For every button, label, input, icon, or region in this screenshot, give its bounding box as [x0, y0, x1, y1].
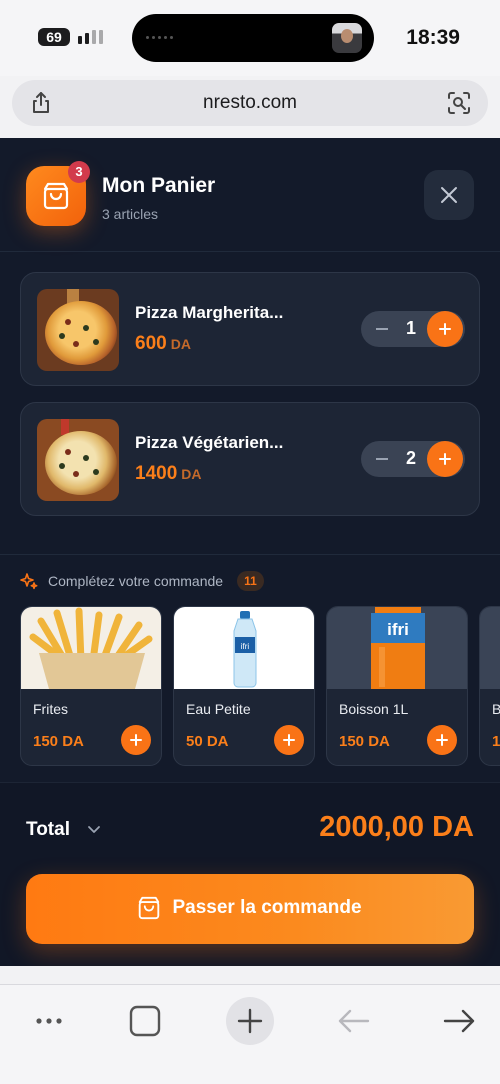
item-name: Pizza Végétarien...: [135, 433, 284, 452]
more-icon[interactable]: [25, 997, 73, 1045]
product-price: 150 DA: [33, 733, 84, 750]
product-image: [480, 607, 500, 689]
quantity-stepper: 1: [361, 311, 465, 347]
tabs-icon[interactable]: [121, 997, 169, 1045]
svg-text:ifri: ifri: [241, 642, 250, 651]
activity-dots-icon: [146, 36, 173, 39]
browser-toolbar: [0, 984, 500, 1084]
suggestion-card[interactable]: B 16: [479, 606, 500, 766]
total-amount: 2000,00 DA: [319, 811, 474, 843]
fries-image: [21, 607, 161, 689]
page-title: Mon Panier: [102, 174, 216, 197]
increase-button[interactable]: [427, 441, 463, 477]
sparkles-icon: [20, 573, 38, 590]
forward-arrow-icon[interactable]: [435, 997, 483, 1045]
checkout-button[interactable]: Passer la commande: [26, 874, 474, 944]
suggestions-header: Complétez votre commande 11: [20, 568, 264, 594]
product-price: 16: [492, 733, 500, 750]
pizza-image: [37, 289, 119, 371]
suggestion-card[interactable]: ifri Boisson 1L 150 DA: [326, 606, 468, 766]
quantity-stepper: 2: [361, 441, 465, 477]
chevron-down-icon[interactable]: [86, 821, 102, 837]
cart-item: Pizza Margherita... 600 DA 1: [20, 272, 480, 386]
new-tab-icon[interactable]: [226, 997, 274, 1045]
item-price: 1400 DA: [135, 463, 202, 485]
url-text[interactable]: nresto.com: [12, 92, 488, 114]
soda-bottle-image: ifri: [327, 607, 467, 689]
suggestion-card[interactable]: Frites 150 DA: [20, 606, 162, 766]
quantity-value: 2: [405, 448, 416, 468]
item-name: Pizza Margherita...: [135, 303, 284, 322]
cart-header: 3 Mon Panier 3 articles: [0, 138, 500, 252]
signal-icon: [78, 30, 103, 44]
item-count-text: 3 articles: [102, 206, 159, 222]
divider: [0, 554, 500, 555]
suggestions-title: Complétez votre commande: [48, 573, 224, 589]
water-bottle-image: ifri: [174, 607, 314, 689]
product-name: Frites: [33, 701, 68, 717]
cart-count-badge: 3: [68, 161, 90, 183]
close-button[interactable]: [424, 170, 474, 220]
battery-indicator: 69: [38, 28, 70, 46]
item-price-currency: DA: [181, 466, 202, 482]
dynamic-island: [132, 14, 374, 62]
item-price-value: 600: [135, 333, 167, 354]
product-name: Boisson 1L: [339, 701, 409, 717]
item-price-value: 1400: [135, 463, 178, 484]
visual-lookup-icon[interactable]: [446, 90, 472, 116]
live-activity-avatar: [332, 23, 362, 53]
status-bar: 69 18:39: [0, 0, 500, 76]
address-bar[interactable]: nresto.com: [12, 80, 488, 126]
decrease-button[interactable]: [369, 311, 395, 347]
increase-button[interactable]: [427, 311, 463, 347]
shopping-bag-icon: [43, 182, 69, 210]
checkout-bar: Total 2000,00 DA Passer la commande: [0, 782, 500, 966]
product-price: 50 DA: [186, 733, 229, 750]
suggestions-count-badge: 11: [237, 571, 264, 591]
item-price-currency: DA: [170, 336, 191, 352]
pizza-image: [37, 419, 119, 501]
decrease-button[interactable]: [369, 441, 395, 477]
svg-text:ifri: ifri: [387, 620, 409, 639]
add-button[interactable]: [427, 725, 457, 755]
suggestion-card[interactable]: ifri Eau Petite 50 DA: [173, 606, 315, 766]
total-label[interactable]: Total: [26, 819, 70, 841]
clock: 18:39: [406, 26, 460, 49]
back-arrow-icon[interactable]: [330, 997, 378, 1045]
checkout-label: Passer la commande: [172, 897, 362, 918]
product-name: B: [492, 701, 500, 717]
product-name: Eau Petite: [186, 701, 251, 717]
quantity-value: 1: [405, 318, 416, 338]
add-button[interactable]: [121, 725, 151, 755]
cart-panel: 3 Mon Panier 3 articles Pizza Margherita…: [0, 138, 500, 966]
cart-item: Pizza Végétarien... 1400 DA 2: [20, 402, 480, 516]
item-price: 600 DA: [135, 333, 191, 355]
shopping-bag-icon: [139, 896, 160, 920]
close-icon: [441, 187, 457, 203]
product-price: 150 DA: [339, 733, 390, 750]
add-button[interactable]: [274, 725, 304, 755]
